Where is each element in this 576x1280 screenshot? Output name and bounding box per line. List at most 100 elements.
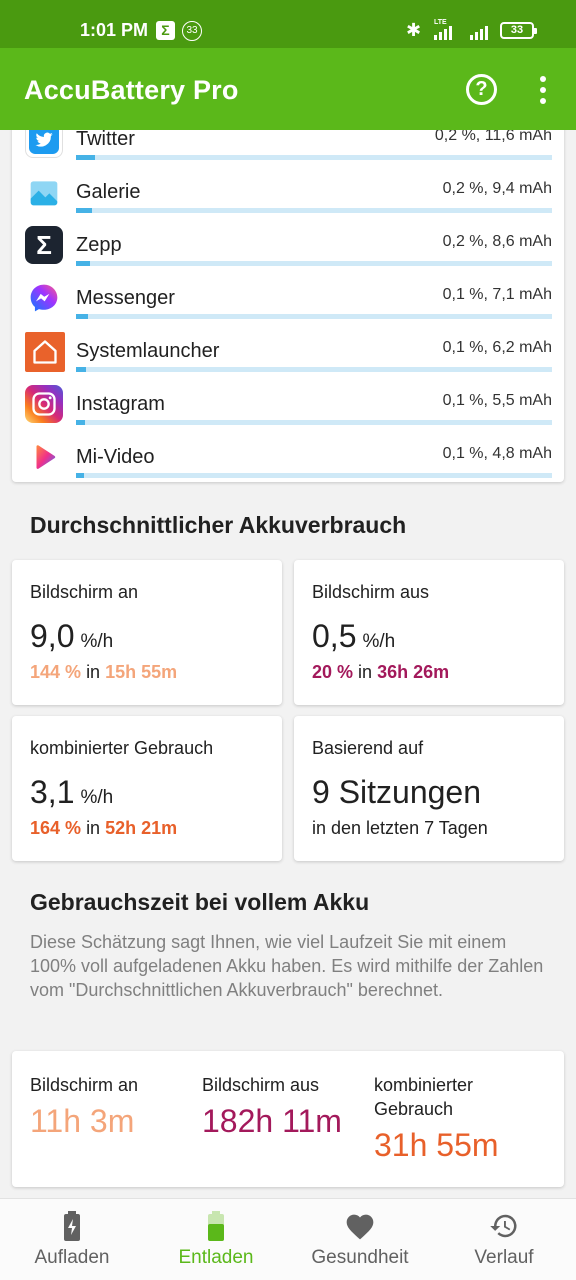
status-bar: 1:01 PM Σ 33 ✱ LTE 33 bbox=[0, 0, 576, 48]
app-usage-value: 0,2 %, 9,4 mAh bbox=[442, 180, 552, 197]
stat-sub: 164 % in 52h 21m bbox=[30, 818, 177, 839]
usage-bar-fill bbox=[76, 155, 96, 160]
usage-bar bbox=[76, 367, 552, 372]
stat-label: kombinierter Gebrauch bbox=[30, 738, 214, 758]
average-usage-title: Durchschnittlicher Akkuverbrauch bbox=[30, 512, 407, 538]
app-usage-row[interactable]: Messenger 0,1 %, 7,1 mAh bbox=[12, 279, 564, 332]
full-screen-off: Bildschirm aus 182h 11m bbox=[202, 1073, 372, 1140]
usage-bar bbox=[76, 420, 552, 425]
full-label: Bildschirm an bbox=[30, 1075, 139, 1095]
usage-bar-fill bbox=[76, 473, 85, 478]
sessions-period: in den letzten 7 Tagen bbox=[312, 818, 488, 838]
nav-label: Aufladen bbox=[34, 1247, 110, 1268]
stat-unit: %/h bbox=[80, 787, 114, 808]
stat-sub: 20 % in 36h 26m bbox=[312, 662, 449, 683]
zepp-notification-icon: Σ bbox=[156, 21, 175, 40]
full-value: 182h 11m bbox=[202, 1103, 342, 1139]
usage-bar bbox=[76, 314, 552, 319]
stat-in: in bbox=[358, 662, 373, 682]
usage-bar-fill bbox=[76, 261, 91, 266]
stat-unit: %/h bbox=[80, 631, 114, 652]
stat-time: 52h 21m bbox=[105, 818, 178, 838]
usage-bar-fill bbox=[76, 420, 86, 425]
nav-label: Entladen bbox=[178, 1247, 254, 1268]
bluetooth-icon: ✱ bbox=[406, 20, 422, 40]
app-usage-value: 0,1 %, 6,2 mAh bbox=[442, 339, 552, 356]
nav-label: Gesundheit bbox=[311, 1247, 409, 1268]
app-usage-value: 0,2 %, 8,6 mAh bbox=[442, 233, 552, 250]
app-name: Systemlauncher bbox=[76, 340, 220, 362]
full-screen-on: Bildschirm an 11h 3m bbox=[30, 1073, 190, 1140]
app-name: Twitter bbox=[76, 130, 135, 150]
full-label: kombinierter Gebrauch bbox=[374, 1075, 474, 1119]
app-usage-row[interactable]: Instagram 0,1 %, 5,5 mAh bbox=[12, 385, 564, 438]
app-name: Instagram bbox=[76, 393, 165, 415]
stat-percent: 164 % bbox=[30, 818, 82, 838]
stat-label: Bildschirm an bbox=[30, 582, 139, 602]
app-usage-value: 0,2 %, 11,6 mAh bbox=[434, 130, 552, 144]
full-combined: kombinierter Gebrauch 31h 55m bbox=[374, 1073, 554, 1164]
app-usage-value: 0,1 %, 4,8 mAh bbox=[442, 445, 552, 462]
app-name: Zepp bbox=[76, 234, 122, 256]
usage-bar bbox=[76, 473, 552, 478]
stat-time: 15h 55m bbox=[105, 662, 178, 682]
nav-label: Verlauf bbox=[474, 1247, 534, 1268]
stat-number: 0,5 bbox=[312, 618, 357, 654]
notification-count-badge: 33 bbox=[182, 21, 202, 41]
stat-value: 9,0 %/h bbox=[30, 618, 113, 655]
screen-off-card: Bildschirm aus 0,5 %/h 20 % in 36h 26m bbox=[294, 560, 564, 705]
app-usage-row[interactable]: Twitter 0,2 %, 11,6 mAh bbox=[12, 130, 564, 173]
app-usage-value: 0,1 %, 7,1 mAh bbox=[442, 286, 552, 303]
app-usage-value: 0,1 %, 5,5 mAh bbox=[442, 392, 552, 409]
more-options-icon[interactable] bbox=[532, 76, 554, 104]
nav-health[interactable]: Gesundheit bbox=[288, 1199, 432, 1280]
app-usage-row[interactable]: Mi-Video 0,1 %, 4,8 mAh bbox=[12, 438, 564, 491]
usage-bar-fill bbox=[76, 208, 92, 213]
stat-number: 9,0 bbox=[30, 618, 75, 654]
stat-value: 3,1 %/h bbox=[30, 774, 113, 811]
stat-value: 0,5 %/h bbox=[312, 618, 395, 655]
full-battery-title: Gebrauchszeit bei vollem Akku bbox=[30, 889, 370, 915]
stat-sub: 144 % in 15h 55m bbox=[30, 662, 177, 683]
stat-label: Bildschirm aus bbox=[312, 582, 430, 602]
stat-time: 36h 26m bbox=[377, 662, 450, 682]
signal-icon bbox=[434, 24, 452, 40]
usage-bar bbox=[76, 208, 552, 213]
full-label: Bildschirm aus bbox=[202, 1075, 320, 1095]
battery-charging-icon bbox=[62, 1211, 82, 1246]
full-value: 11h 3m bbox=[30, 1103, 135, 1139]
stat-label: Basierend auf bbox=[312, 738, 424, 758]
messenger-icon bbox=[25, 279, 63, 317]
app-usage-row[interactable]: Galerie 0,2 %, 9,4 mAh bbox=[12, 173, 564, 226]
app-usage-row[interactable]: Systemlauncher 0,1 %, 6,2 mAh bbox=[12, 332, 564, 385]
app-name: Messenger bbox=[76, 287, 175, 309]
screen-on-card: Bildschirm an 9,0 %/h 144 % in 15h 55m bbox=[12, 560, 282, 705]
sessions-value: 9 Sitzungen bbox=[312, 774, 482, 810]
gallery-icon bbox=[25, 173, 63, 211]
full-value: 31h 55m bbox=[374, 1127, 499, 1163]
stat-percent: 20 % bbox=[312, 662, 354, 682]
nav-history[interactable]: Verlauf bbox=[432, 1199, 576, 1280]
help-icon[interactable]: ? bbox=[466, 74, 497, 105]
heart-icon bbox=[344, 1211, 376, 1246]
based-on-card: Basierend auf 9 Sitzungen in den letzten… bbox=[294, 716, 564, 861]
full-battery-card: Bildschirm an 11h 3m Bildschirm aus 182h… bbox=[12, 1051, 564, 1187]
instagram-icon bbox=[25, 385, 63, 423]
combined-usage-card: kombinierter Gebrauch 3,1 %/h 164 % in 52… bbox=[12, 716, 282, 861]
battery-level-icon: 33 bbox=[500, 22, 537, 39]
usage-bar bbox=[76, 261, 552, 266]
app-usage-row[interactable]: Σ Zepp 0,2 %, 8,6 mAh bbox=[12, 226, 564, 279]
signal-icon-2 bbox=[470, 24, 488, 40]
stat-unit: %/h bbox=[362, 631, 396, 652]
app-name: Galerie bbox=[76, 181, 141, 203]
stat-in: in bbox=[86, 818, 101, 838]
stat-number: 3,1 bbox=[30, 774, 75, 810]
nav-charging[interactable]: Aufladen bbox=[0, 1199, 144, 1280]
battery-discharging-icon bbox=[206, 1211, 226, 1246]
scroll-content[interactable]: Twitter 0,2 %, 11,6 mAh Galerie 0,2 %, 9… bbox=[0, 130, 576, 1198]
nav-discharging[interactable]: Entladen bbox=[144, 1199, 288, 1280]
bottom-navigation: Aufladen Entladen Gesundheit Verlauf bbox=[0, 1198, 576, 1280]
app-title: AccuBattery Pro bbox=[24, 75, 239, 105]
zepp-icon: Σ bbox=[25, 226, 63, 264]
history-icon bbox=[488, 1211, 520, 1246]
